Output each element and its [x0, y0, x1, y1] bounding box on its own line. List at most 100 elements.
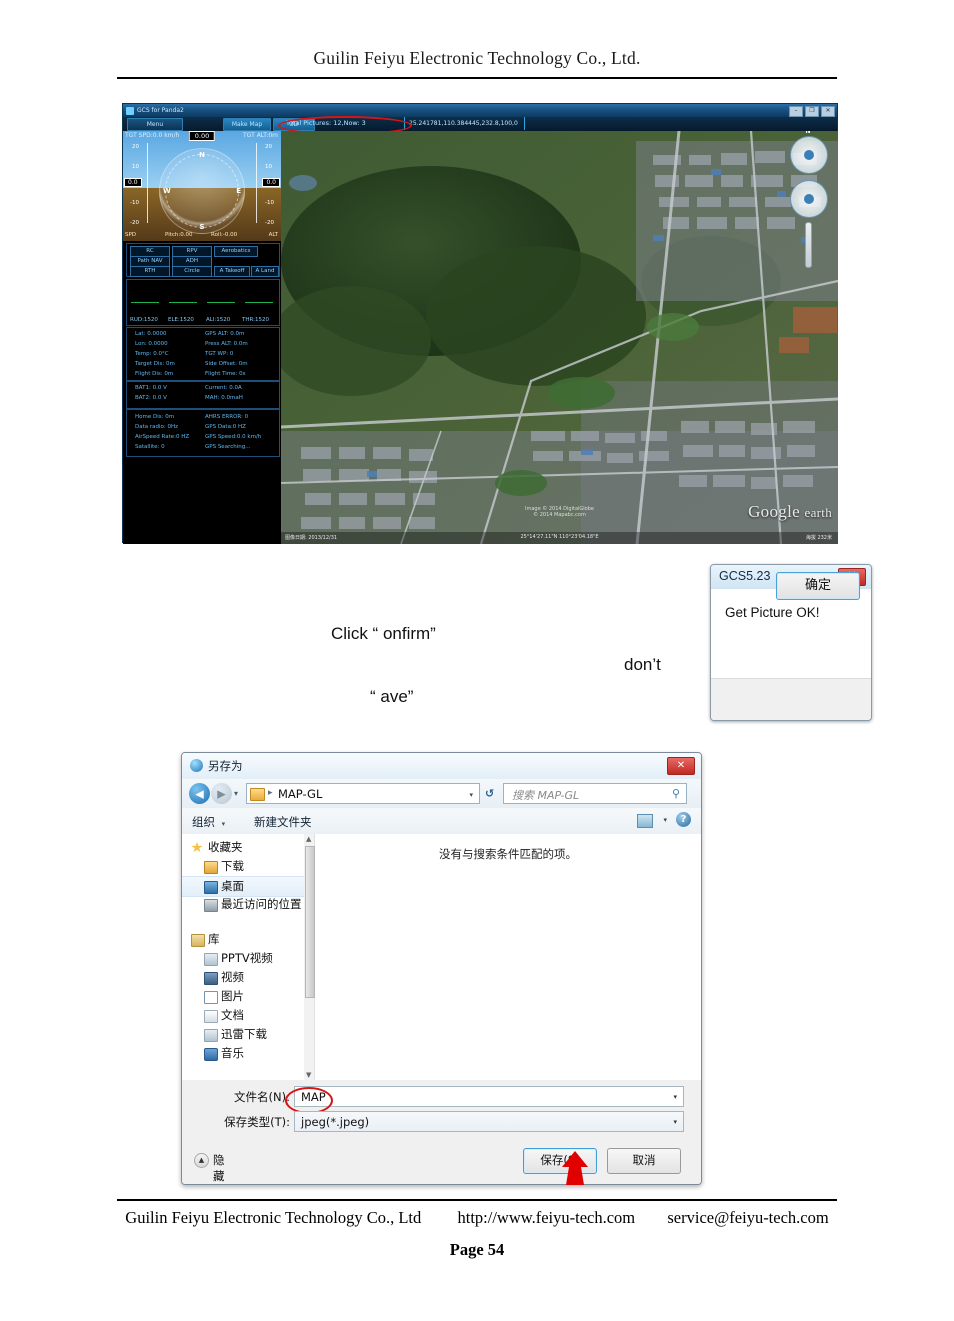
download-icon — [204, 861, 218, 874]
filename-input[interactable]: MAP ▾ — [294, 1086, 684, 1107]
confirm-button[interactable]: 确定 — [776, 572, 860, 600]
gcs-title-bar: GCS for Panda2 – ❐ ✕ — [123, 104, 837, 117]
scroll-up-icon[interactable]: ▲ — [306, 835, 311, 843]
search-placeholder: 搜索 MAP-GL — [512, 789, 580, 802]
back-arrow-icon: ◀ — [195, 787, 204, 800]
dialog-title: GCS5.23 — [719, 569, 771, 583]
telemetry-gps-alt: GPS ALT: 0.0m — [205, 331, 245, 337]
alt-tick-10: 10 — [265, 164, 272, 170]
sidebar-item-pictures[interactable]: 图片 — [182, 987, 304, 1006]
red-annotation-arrow — [562, 1151, 588, 1185]
filetype-row: 保存类型(T): jpeg(*.jpeg) ▾ — [182, 1111, 701, 1132]
history-dropdown-icon[interactable]: ▾ — [234, 789, 238, 798]
sidebar-item-desktop[interactable]: 桌面 — [182, 876, 304, 897]
sidebar-item-favorites[interactable]: 收藏夹 — [182, 838, 304, 857]
filetype-label-wrap: 保存类型(T): — [222, 1111, 290, 1129]
organize-menu[interactable]: 组织 ▾ — [192, 814, 225, 830]
telemetry-panel-system: Home Dis: 0m Data radio: 0Hz AirSpeed Ra… — [126, 409, 280, 457]
telemetry-lon: Lon: 0.0000 — [135, 341, 168, 347]
sidebar-item-libraries[interactable]: 库 — [182, 930, 304, 949]
gcs-instrument-panel: TGT SPD:0.0 km/h TGT ALT:0m 0.00 N E S W… — [123, 131, 281, 544]
footer-contact-line: Guilin Feiyu Electronic Technology Co., … — [0, 1208, 954, 1228]
telemetry-panel-navigation: Lat: 0.0000 Lon: 0.0000 Temp: 0.0°C Targ… — [126, 327, 280, 381]
sidebar-item-recent-places[interactable]: 最近访问的位置 — [182, 895, 304, 914]
view-mode-icon[interactable] — [637, 814, 653, 828]
search-input[interactable]: 搜索 MAP-GL ⚲ — [503, 783, 687, 804]
chevron-down-icon[interactable]: ▾ — [663, 816, 667, 824]
mode-button-rth[interactable]: RTH — [130, 266, 170, 277]
chevron-down-icon[interactable]: ▾ — [673, 1093, 677, 1101]
filename-label: 文件名(N): — [234, 1090, 290, 1104]
refresh-icon[interactable]: ↺ — [485, 787, 494, 800]
close-icon[interactable]: ✕ — [667, 757, 695, 775]
file-list[interactable]: 没有与搜索条件匹配的项。 — [315, 834, 701, 1080]
channel-bar-ele — [169, 302, 197, 303]
mode-button-aerobatics[interactable]: Aerobatics — [214, 246, 258, 257]
look-joystick[interactable] — [790, 136, 828, 174]
mode-button-circle[interactable]: Circle — [172, 266, 212, 277]
help-icon[interactable]: ? — [676, 812, 691, 827]
alt-tick-neg10: -10 — [265, 200, 274, 206]
make-map-button[interactable]: Make Map — [223, 118, 271, 131]
scroll-down-icon[interactable]: ▼ — [306, 1071, 311, 1079]
move-joystick[interactable] — [790, 180, 828, 218]
logo-google-text: Google — [748, 502, 800, 521]
sidebar-item-music[interactable]: 音乐 — [182, 1044, 304, 1063]
maximize-icon[interactable]: ❐ — [805, 106, 819, 117]
chevron-down-icon[interactable]: ▾ — [673, 1118, 677, 1126]
header-divider — [117, 77, 837, 79]
address-bar[interactable]: ▸ MAP-GL ▾ — [246, 783, 480, 804]
organize-label: 组织 — [192, 815, 215, 829]
sidebar-scrollbar[interactable]: ▲ ▼ — [304, 834, 315, 1080]
telemetry-ahrs-error: AHRS ERROR: 0 — [205, 414, 249, 420]
chevron-down-icon[interactable]: ▾ — [469, 791, 473, 799]
scrollbar-thumb[interactable] — [305, 846, 315, 998]
sidebar-item-label: 下载 — [221, 859, 244, 873]
mode-button-a-land[interactable]: A Land — [251, 266, 279, 277]
sidebar-item-label: 最近访问的位置 — [221, 897, 302, 911]
satellite-imagery — [281, 131, 838, 544]
sidebar-item-downloads[interactable]: 下载 — [182, 857, 304, 876]
filename-label-wrap: 文件名(N): — [222, 1086, 290, 1104]
telemetry-target-dis: Target Dis: 0m — [135, 361, 175, 367]
picture-icon — [204, 991, 218, 1004]
sidebar-item-thunder-download[interactable]: 迅雷下载 — [182, 1025, 304, 1044]
sidebar-item-pptv-video[interactable]: PPTV视频 — [182, 949, 304, 968]
save-dialog-title: 另存为 — [208, 759, 243, 773]
telemetry-data-radio: Data radio: 0Hz — [135, 424, 179, 430]
channel-label-rud: RUD:1520 — [130, 317, 158, 323]
gcs-toolbar: Menu Make Map 3D Total Pictures: 12,Now:… — [123, 116, 837, 135]
sidebar-item-label: 文档 — [221, 1008, 244, 1022]
footer-company: Guilin Feiyu Electronic Technology Co., … — [125, 1208, 422, 1227]
close-icon[interactable]: ✕ — [821, 106, 835, 117]
menu-button[interactable]: Menu — [127, 118, 183, 131]
telemetry-current: Current: 0.0A — [205, 385, 242, 391]
forward-button[interactable]: ▶ — [211, 783, 232, 804]
filetype-select[interactable]: jpeg(*.jpeg) ▾ — [294, 1111, 684, 1132]
cancel-button[interactable]: 取消 — [607, 1148, 681, 1174]
zoom-slider[interactable] — [805, 222, 812, 268]
sidebar-item-videos[interactable]: 视频 — [182, 968, 304, 987]
sidebar-item-label: 库 — [208, 932, 220, 946]
new-folder-button[interactable]: 新建文件夹 — [254, 814, 312, 830]
minimize-icon[interactable]: – — [789, 106, 803, 117]
target-altitude-label: TGT ALT:0m — [243, 132, 278, 139]
telemetry-press-alt: Press ALT: 0.0m — [205, 341, 248, 347]
compass-ring — [165, 154, 239, 228]
page-header: Guilin Feiyu Electronic Technology Co., … — [0, 0, 954, 86]
altitude-tape — [256, 143, 257, 223]
instruction-line-3: “ ave” — [370, 687, 414, 706]
sidebar-item-documents[interactable]: 文档 — [182, 1006, 304, 1025]
get-picture-dialog: GCS5.23 ✕ Get Picture OK! 确定 — [710, 564, 872, 721]
back-button[interactable]: ◀ — [189, 783, 210, 804]
google-earth-map-view[interactable]: N Image © 2014 DigitalGlobe © 2014 Mapab… — [281, 131, 838, 544]
breadcrumb-path[interactable]: MAP-GL — [278, 787, 322, 801]
sidebar-item-label: 图片 — [221, 989, 244, 1003]
mode-button-a-takeoff[interactable]: A Takeoff — [214, 266, 250, 277]
folder-icon — [204, 953, 218, 966]
telemetry-gps-speed: GPS Speed:0.0 km/h — [205, 434, 262, 440]
hide-folders-label: 隐藏文件夹 — [213, 1153, 225, 1183]
earth-navigation-controls[interactable]: N — [788, 131, 828, 268]
sidebar-item-label: 收藏夹 — [208, 840, 243, 854]
sidebar-item-label: 桌面 — [221, 879, 244, 893]
